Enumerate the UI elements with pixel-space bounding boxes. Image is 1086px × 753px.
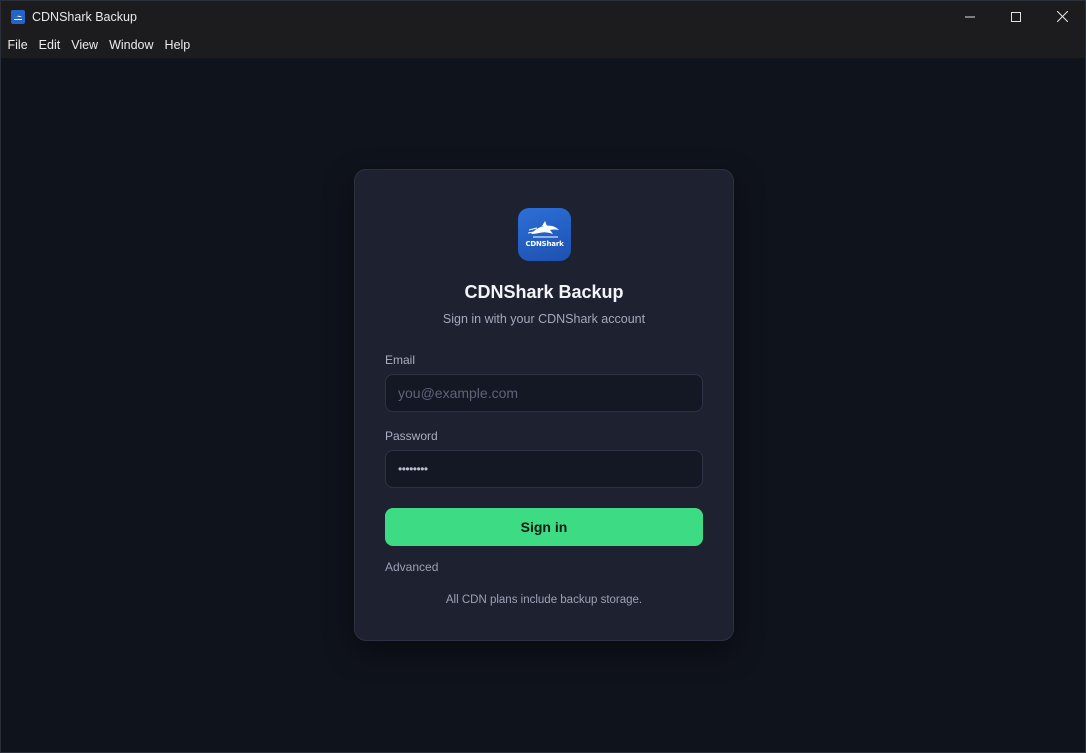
menu-bar: File Edit View Window Help: [1, 32, 1085, 58]
advanced-link[interactable]: Advanced: [385, 560, 438, 574]
menu-help[interactable]: Help: [159, 32, 196, 58]
logo-text: CDNShark: [525, 240, 564, 248]
app-logo-icon: [11, 9, 25, 24]
menu-edit[interactable]: Edit: [33, 32, 66, 58]
minimize-button[interactable]: [947, 1, 993, 32]
shark-icon: [527, 221, 559, 238]
password-label: Password: [385, 429, 438, 443]
password-value: ••••••••: [398, 462, 428, 476]
login-title: CDNShark Backup: [464, 282, 624, 302]
maximize-icon: [1011, 11, 1021, 22]
window-title: CDNShark Backup: [32, 9, 137, 24]
main-content: CDNShark CDNShark Backup Sign in with yo…: [1, 58, 1085, 752]
footer-note: All CDN plans include backup storage.: [445, 594, 643, 606]
minimize-icon: [965, 16, 975, 17]
sign-in-button[interactable]: Sign in: [385, 508, 703, 546]
menu-file[interactable]: File: [2, 32, 33, 58]
close-icon: [1056, 11, 1068, 22]
password-input[interactable]: ••••••••: [385, 450, 703, 488]
maximize-button[interactable]: [993, 1, 1039, 32]
menu-view[interactable]: View: [66, 32, 104, 58]
cdnshark-logo: CDNShark: [518, 208, 571, 261]
email-input[interactable]: [385, 374, 703, 412]
app-window: CDNShark Backup File Edit View Window He…: [0, 0, 1086, 753]
window-controls: [947, 1, 1085, 32]
login-card: CDNShark CDNShark Backup Sign in with yo…: [354, 169, 734, 641]
email-label: Email: [385, 353, 416, 367]
title-bar: CDNShark Backup: [1, 1, 1085, 32]
login-subtitle: Sign in with your CDNShark account: [442, 312, 646, 326]
menu-window[interactable]: Window: [104, 32, 159, 58]
close-button[interactable]: [1039, 1, 1085, 32]
